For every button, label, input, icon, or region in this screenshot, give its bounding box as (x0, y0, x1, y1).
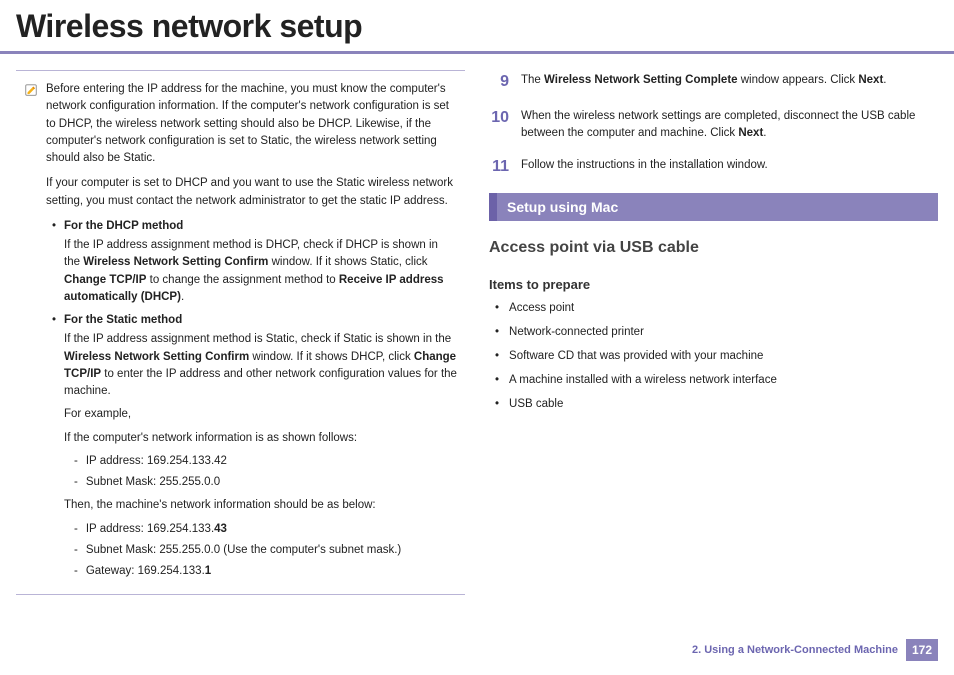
t: to change the assignment method to (146, 274, 338, 286)
t: window. If it shows Static, click (268, 256, 427, 268)
step-number: 11 (489, 155, 509, 179)
mask-value: Subnet Mask: 255.255.0.0 (86, 474, 220, 491)
static-bullet: • For the Static method (46, 312, 457, 329)
step-text: Follow the instructions in the installat… (521, 155, 938, 179)
dash-icon: - (74, 474, 78, 491)
left-column: Before entering the IP address for the m… (16, 70, 465, 595)
mask2-row: -Subnet Mask: 255.255.0.0 (Use the compu… (64, 542, 457, 559)
t: Next (738, 127, 763, 139)
static-text: If the IP address assignment method is S… (46, 331, 457, 400)
step-text: When the wireless network settings are c… (521, 106, 938, 143)
t: 1 (205, 565, 211, 577)
dash-icon: - (74, 453, 78, 470)
t: The (521, 74, 544, 86)
note-para-2: If your computer is set to DHCP and you … (46, 175, 457, 210)
note-icon (24, 83, 38, 97)
t: window. If it shows DHCP, click (249, 351, 414, 363)
note-para-1: Before entering the IP address for the m… (46, 81, 457, 167)
t: 43 (214, 523, 227, 535)
dhcp-bullet: • For the DHCP method (46, 218, 457, 235)
step-11: 11 Follow the instructions in the instal… (489, 155, 938, 179)
bullet-icon: • (495, 326, 499, 338)
t: . (763, 127, 766, 139)
dhcp-text: If the IP address assignment method is D… (46, 237, 457, 306)
page-title: Wireless network setup (0, 0, 954, 54)
bullet-icon: • (52, 218, 56, 235)
ip-row: -IP address: 169.254.133.42 (64, 453, 457, 470)
dash-icon: - (74, 542, 78, 559)
heading-items: Items to prepare (489, 277, 938, 292)
ip2-row: -IP address: 169.254.133.43 (64, 521, 457, 538)
heading-access-point: Access point via USB cable (489, 239, 938, 257)
t: . (883, 74, 886, 86)
page-footer: 2. Using a Network-Connected Machine 172 (692, 639, 938, 661)
example-label: For example, (46, 406, 457, 423)
t: Gateway: 169.254.133. (86, 565, 205, 577)
t: If the IP address assignment method is S… (64, 333, 451, 345)
section-bar-mac: Setup using Mac (489, 193, 938, 221)
then-label: Then, the machine's network information … (46, 497, 457, 514)
t: Change TCP/IP (64, 274, 146, 286)
dash-icon: - (74, 521, 78, 538)
t: . (181, 291, 184, 303)
t: Wireless Network Setting Confirm (83, 256, 268, 268)
list-item: • Access point (489, 302, 938, 314)
t: When the wireless network settings are c… (521, 110, 915, 139)
bullet-icon: • (495, 302, 499, 314)
item-text: Access point (509, 302, 574, 314)
bullet-icon: • (495, 398, 499, 410)
gw-row: -Gateway: 169.254.133.1 (64, 563, 457, 580)
mask2-value: Subnet Mask: 255.255.0.0 (Use the comput… (86, 542, 401, 559)
step-number: 10 (489, 106, 509, 143)
dhcp-heading: For the DHCP method (64, 218, 183, 235)
list-item: • USB cable (489, 398, 938, 410)
bullet-icon: • (52, 312, 56, 329)
list-item: • Software CD that was provided with your… (489, 350, 938, 362)
t: Wireless Network Setting Complete (544, 74, 738, 86)
ip-value: IP address: 169.254.133.42 (86, 453, 227, 470)
mask-row: -Subnet Mask: 255.255.0.0 (64, 474, 457, 491)
item-text: A machine installed with a wireless netw… (509, 374, 777, 386)
bullet-icon: • (495, 374, 499, 386)
step-9: 9 The Wireless Network Setting Complete … (489, 70, 938, 94)
item-text: Software CD that was provided with your … (509, 350, 763, 362)
t: IP address: 169.254.133. (86, 523, 214, 535)
t: to enter the IP address and other networ… (64, 368, 457, 397)
content-columns: Before entering the IP address for the m… (0, 54, 954, 611)
dash-icon: - (74, 563, 78, 580)
step-10: 10 When the wireless network settings ar… (489, 106, 938, 143)
t: window appears. Click (738, 74, 859, 86)
step-text: The Wireless Network Setting Complete wi… (521, 70, 938, 94)
t: Wireless Network Setting Confirm (64, 351, 249, 363)
footer-page-number: 172 (906, 639, 938, 661)
item-text: USB cable (509, 398, 563, 410)
footer-chapter: 2. Using a Network-Connected Machine (692, 644, 898, 656)
note-box: Before entering the IP address for the m… (16, 70, 465, 595)
item-text: Network-connected printer (509, 326, 644, 338)
list-item: • Network-connected printer (489, 326, 938, 338)
note-content: Before entering the IP address for the m… (46, 81, 457, 586)
example-intro: If the computer's network information is… (46, 430, 457, 447)
static-heading: For the Static method (64, 312, 182, 329)
t: Next (858, 74, 883, 86)
right-column: 9 The Wireless Network Setting Complete … (489, 70, 938, 595)
list-item: • A machine installed with a wireless net… (489, 374, 938, 386)
step-number: 9 (489, 70, 509, 94)
bullet-icon: • (495, 350, 499, 362)
